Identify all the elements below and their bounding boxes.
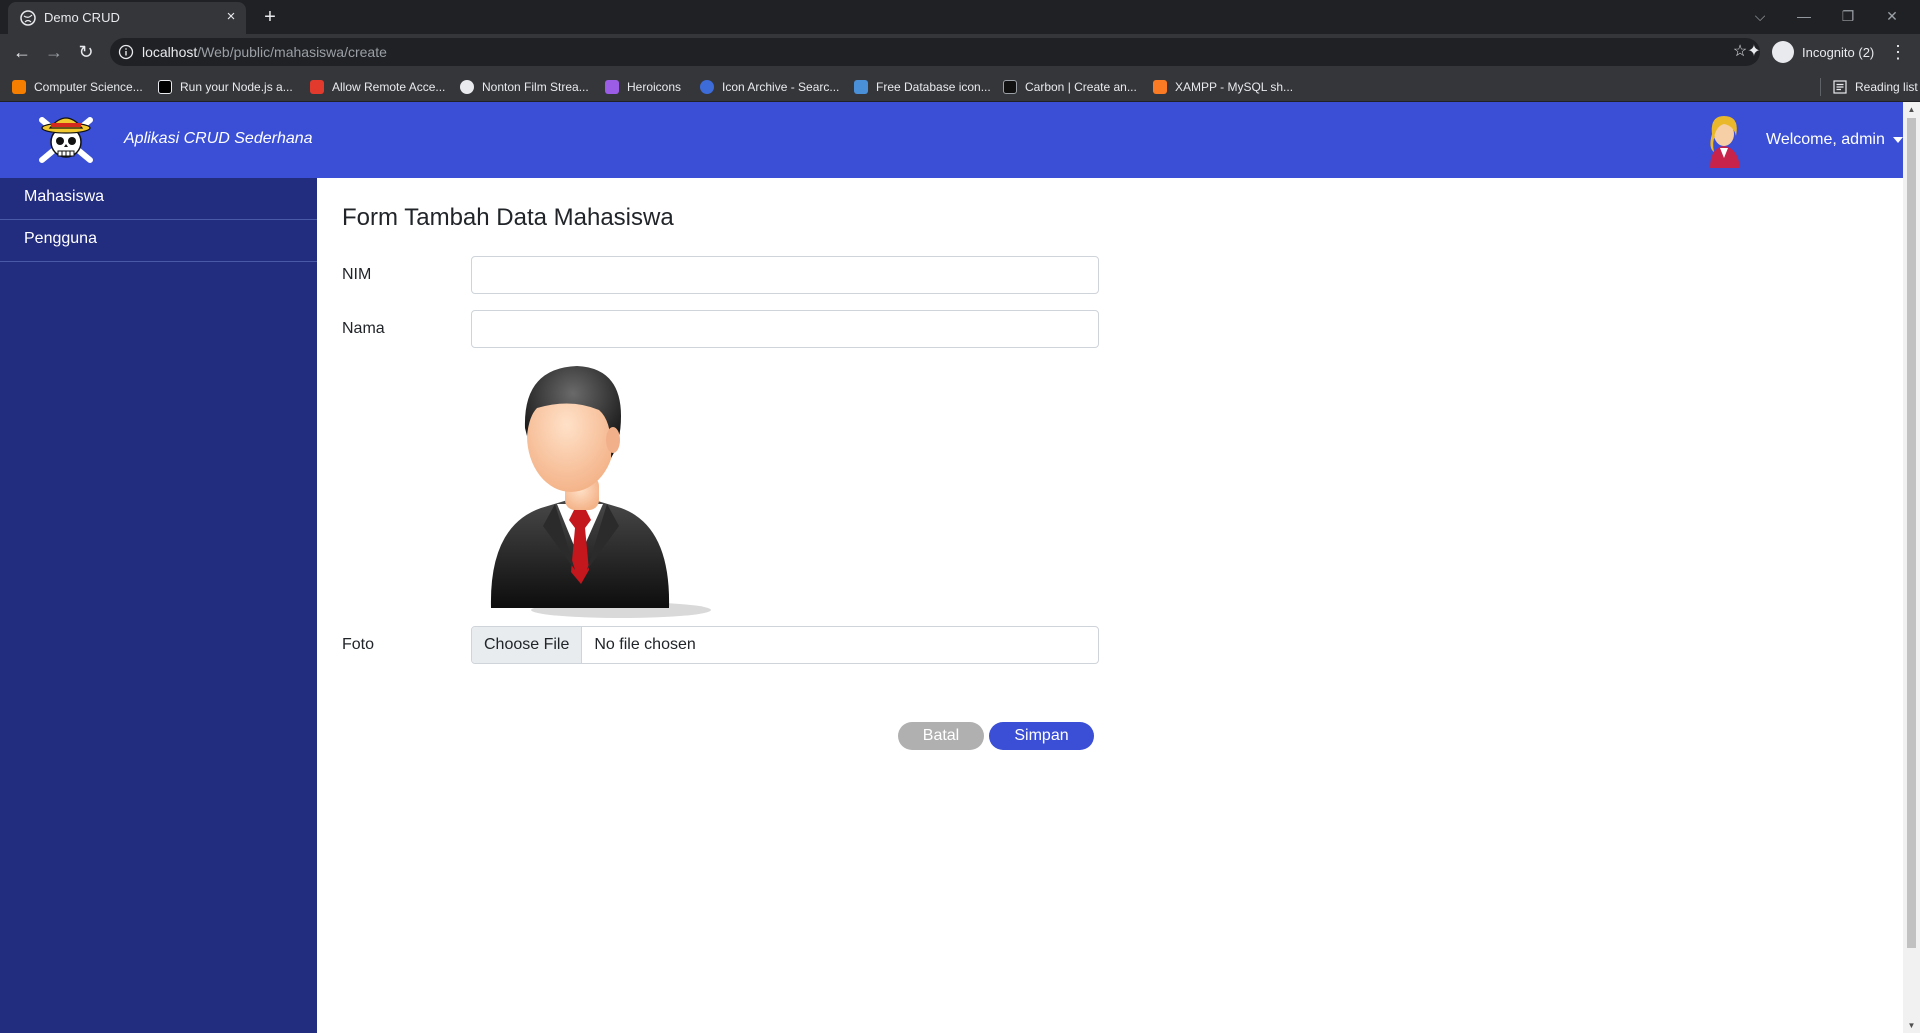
bookmark-label: Free Database icon... bbox=[876, 80, 991, 94]
scroll-thumb[interactable] bbox=[1907, 118, 1916, 948]
chevron-down-icon bbox=[1892, 137, 1903, 143]
extensions-icon[interactable]: ✦ bbox=[1740, 38, 1768, 66]
bookmark-item[interactable]: Heroicons bbox=[605, 78, 681, 96]
database-icon bbox=[854, 80, 868, 94]
info-icon[interactable] bbox=[118, 44, 134, 60]
url-path: /Web/public/mahasiswa/create bbox=[197, 44, 387, 60]
reading-list-button[interactable]: Reading list bbox=[1820, 78, 1918, 96]
brand-title[interactable]: Aplikasi CRUD Sederhana bbox=[124, 130, 313, 148]
dev-icon bbox=[158, 80, 172, 94]
back-button[interactable]: ← bbox=[8, 38, 36, 66]
nim-input[interactable] bbox=[471, 256, 1099, 294]
nama-input[interactable] bbox=[471, 310, 1099, 348]
bookmark-label: Icon Archive - Searc... bbox=[722, 80, 840, 94]
cancel-button[interactable]: Batal bbox=[898, 722, 984, 750]
save-button[interactable]: Simpan bbox=[989, 722, 1094, 750]
star-badge-icon bbox=[700, 80, 714, 94]
bookmark-label: Heroicons bbox=[627, 80, 682, 94]
bookmark-item[interactable]: XAMPP - MySQL sh... bbox=[1153, 78, 1293, 96]
top-navbar: Aplikasi CRUD Sederhana Welcome, admin bbox=[0, 102, 1903, 178]
nama-label: Nama bbox=[342, 320, 385, 337]
straw-hat-skull-logo[interactable] bbox=[36, 112, 96, 168]
main-content: Form Tambah Data Mahasiswa NIM Nama Foto… bbox=[342, 178, 1102, 750]
nim-row: NIM bbox=[342, 256, 1102, 296]
carbon-icon bbox=[1003, 80, 1017, 94]
foto-row: Foto Choose File No file chosen bbox=[342, 626, 1102, 666]
foto-label: Foto bbox=[342, 636, 375, 653]
reload-button[interactable]: ↻ bbox=[72, 38, 100, 66]
choose-file-button[interactable]: Choose File bbox=[472, 627, 583, 663]
globe-icon bbox=[460, 80, 474, 94]
bookmark-label: Nonton Film Strea... bbox=[482, 80, 589, 94]
bookmarks-bar: Computer Science... Run your Node.js a..… bbox=[0, 70, 1920, 102]
incognito-indicator[interactable]: Incognito (2) bbox=[1772, 39, 1874, 65]
bookmark-label: XAMPP - MySQL sh... bbox=[1175, 80, 1294, 94]
tab-search-icon[interactable]: ⌵ bbox=[1740, 4, 1780, 28]
bookmark-flag-icon bbox=[310, 80, 324, 94]
sidebar: Mahasiswa Pengguna bbox=[0, 178, 317, 1033]
user-menu[interactable]: Welcome, admin bbox=[1700, 112, 1903, 168]
page-title: Form Tambah Data Mahasiswa bbox=[342, 204, 674, 231]
welcome-label: Welcome, admin bbox=[1766, 131, 1885, 148]
bookmark-item[interactable]: Carbon | Create an... bbox=[1003, 78, 1137, 96]
bookmark-label: Computer Science... bbox=[34, 80, 143, 94]
close-window-button[interactable]: ✕ bbox=[1872, 4, 1912, 28]
bookmark-item[interactable]: Run your Node.js a... bbox=[158, 78, 293, 96]
bookmark-item[interactable]: Computer Science... bbox=[12, 78, 143, 96]
restore-button[interactable]: ❐ bbox=[1828, 4, 1868, 28]
incognito-label: Incognito (2) bbox=[1802, 44, 1875, 60]
incognito-icon bbox=[1772, 41, 1794, 63]
browser-toolbar: ← → ↻ localhost/Web/public/mahasiswa/cre… bbox=[0, 34, 1920, 70]
address-bar[interactable]: localhost/Web/public/mahasiswa/create ☆ bbox=[110, 38, 1760, 66]
tab-title: Demo CRUD bbox=[44, 10, 120, 25]
nama-row: Nama bbox=[342, 310, 1102, 350]
globe-icon bbox=[20, 10, 36, 26]
foto-file-input[interactable]: Choose File No file chosen bbox=[471, 626, 1099, 664]
sidebar-item-pengguna[interactable]: Pengguna bbox=[0, 220, 317, 262]
scroll-up-icon[interactable]: ▲ bbox=[1906, 104, 1917, 115]
xampp-icon bbox=[1153, 80, 1167, 94]
bookmark-item[interactable]: Icon Archive - Searc... bbox=[700, 78, 839, 96]
nim-label: NIM bbox=[342, 266, 372, 283]
reading-list-icon bbox=[1833, 80, 1847, 94]
blogger-icon bbox=[12, 80, 26, 94]
tab-demo-crud[interactable]: Demo CRUD × bbox=[8, 2, 246, 34]
scroll-down-icon[interactable]: ▼ bbox=[1906, 1020, 1917, 1031]
photo-preview-image bbox=[490, 366, 711, 618]
bookmark-label: Carbon | Create an... bbox=[1025, 80, 1137, 94]
vertical-scrollbar[interactable]: ▲ ▼ bbox=[1903, 102, 1920, 1033]
sidebar-item-mahasiswa[interactable]: Mahasiswa bbox=[0, 178, 317, 220]
bookmark-label: Allow Remote Acce... bbox=[332, 80, 446, 94]
user-avatar bbox=[1710, 116, 1740, 168]
url-host: localhost bbox=[142, 44, 198, 60]
bookmark-item[interactable]: Free Database icon... bbox=[854, 78, 991, 96]
bookmark-label: Run your Node.js a... bbox=[180, 80, 293, 94]
form-actions: Batal Simpan bbox=[342, 722, 1102, 762]
tab-strip: Demo CRUD × + ⌵ — ❐ ✕ bbox=[0, 0, 1920, 34]
page-viewport: Aplikasi CRUD Sederhana Welcome, admin M… bbox=[0, 102, 1920, 1033]
close-tab-icon[interactable]: × bbox=[222, 8, 240, 26]
browser-menu-icon[interactable]: ⋮ bbox=[1884, 38, 1912, 66]
bookmark-item[interactable]: Nonton Film Strea... bbox=[460, 78, 589, 96]
heroicons-icon bbox=[605, 80, 619, 94]
new-tab-button[interactable]: + bbox=[258, 5, 282, 29]
minimize-button[interactable]: — bbox=[1784, 4, 1824, 28]
file-status: No file chosen bbox=[594, 636, 696, 653]
browser-chrome: Demo CRUD × + ⌵ — ❐ ✕ ← → ↻ localhost/We… bbox=[0, 0, 1920, 102]
url-text: localhost/Web/public/mahasiswa/create bbox=[142, 44, 387, 60]
forward-button[interactable]: → bbox=[40, 38, 68, 66]
bookmark-item[interactable]: Allow Remote Acce... bbox=[310, 78, 445, 96]
reading-list-label: Reading list bbox=[1855, 80, 1918, 94]
